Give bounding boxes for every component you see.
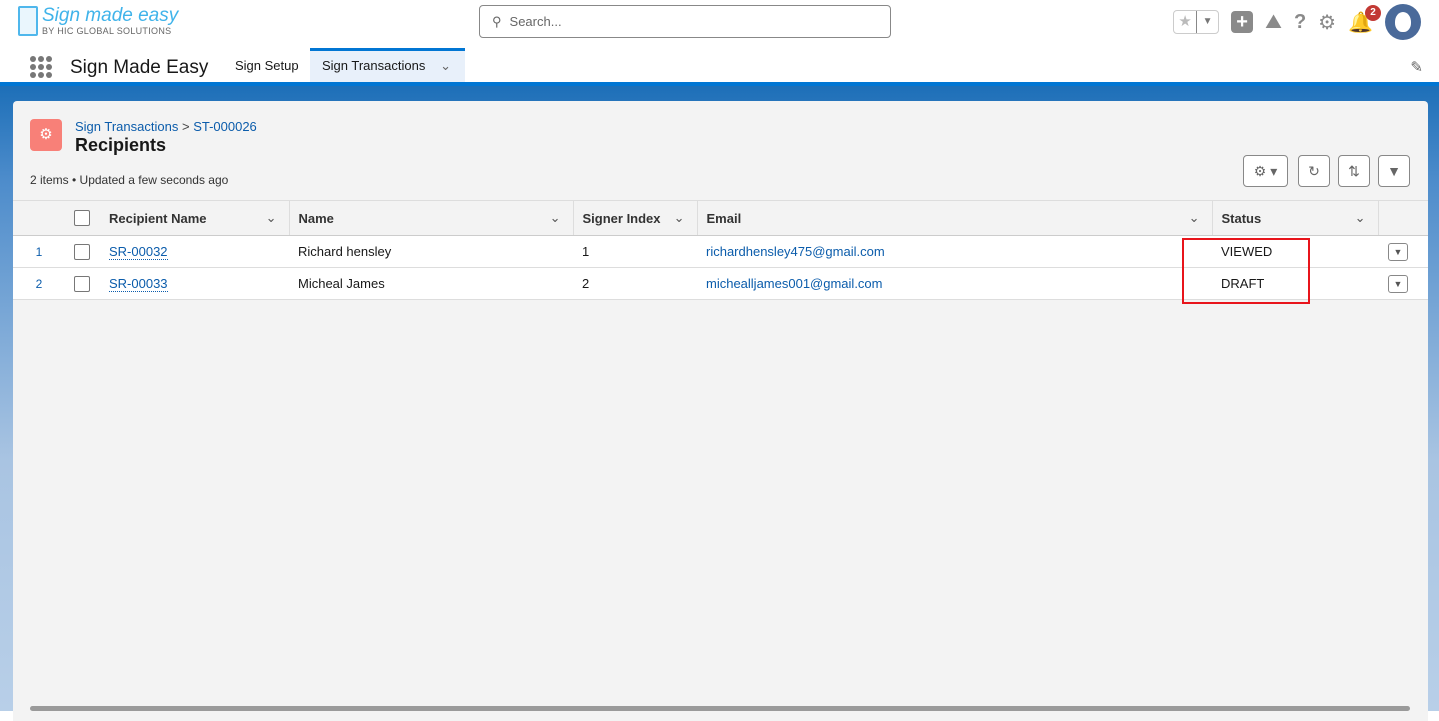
row-number: 1 (13, 235, 65, 268)
horizontal-scrollbar[interactable] (30, 706, 1410, 711)
edit-nav-icon[interactable]: ✎ (1410, 58, 1423, 76)
column-header-signer-index[interactable]: Signer Index ⌄ (572, 200, 697, 236)
refresh-button[interactable]: ↻ (1298, 155, 1330, 187)
chevron-down-icon[interactable]: ⌄ (440, 51, 451, 81)
breadcrumb-separator: > (181, 119, 190, 134)
actions-header (1377, 200, 1428, 236)
chevron-down-icon[interactable]: ⌄ (674, 210, 685, 226)
search-placeholder: Search... (509, 14, 562, 29)
logo-subtitle: BY HIC GLOBAL SOLUTIONS (42, 26, 172, 36)
signer-index-cell: 1 (573, 235, 697, 268)
chevron-down-icon[interactable]: ⌄ (550, 210, 561, 226)
app-name: Sign Made Easy (70, 57, 209, 78)
email-link[interactable]: michealljames001@gmail.com (706, 276, 882, 291)
breadcrumb-sign-transactions[interactable]: Sign Transactions (75, 119, 178, 134)
trailhead-icon[interactable]: ⛰ (1265, 11, 1282, 34)
avatar[interactable] (1385, 4, 1421, 40)
tab-sign-setup[interactable]: Sign Setup (223, 48, 311, 82)
row-number: 2 (13, 267, 65, 300)
email-link[interactable]: richardhensley475@gmail.com (706, 244, 885, 259)
bell-icon[interactable]: 🔔 2 (1348, 4, 1381, 35)
breadcrumb-record[interactable]: ST-000026 (193, 119, 257, 134)
tab-sign-transactions[interactable]: Sign Transactions ⌄ (310, 48, 465, 82)
status-highlight-box (1182, 238, 1310, 304)
name-cell: Richard hensley (289, 235, 573, 268)
row-actions-button[interactable]: ▼ (1388, 274, 1408, 293)
breadcrumb: Sign Transactions > ST-000026 (75, 119, 257, 134)
select-all-checkbox[interactable] (74, 210, 90, 227)
gears-icon: ⚙ (30, 119, 62, 151)
help-icon[interactable]: ? (1294, 11, 1306, 34)
logo-title: Sign made easy (42, 5, 179, 26)
chevron-down-icon[interactable]: ⌄ (266, 210, 277, 226)
app-nav: Sign Made Easy Sign Setup Sign Transacti… (0, 46, 1439, 86)
related-list-card: ⚙ Sign Transactions > ST-000026 Recipien… (13, 101, 1428, 721)
tab-label: Sign Transactions (322, 58, 426, 73)
page-title: Recipients (75, 135, 167, 155)
chevron-down-icon[interactable]: ▼ (1196, 11, 1218, 33)
favorites-button[interactable]: ★ ▼ (1173, 10, 1220, 34)
column-header-email[interactable]: Email ⌄ (696, 200, 1212, 236)
search-input[interactable]: ⚲ Search... (479, 5, 891, 38)
signer-index-cell: 2 (573, 267, 697, 300)
chevron-down-icon[interactable]: ⌄ (1355, 210, 1366, 226)
row-actions-button[interactable]: ▼ (1388, 242, 1408, 261)
name-cell: Micheal James (289, 267, 573, 300)
app-launcher-icon[interactable] (30, 56, 52, 78)
filter-button[interactable]: ▼ (1378, 155, 1410, 187)
chevron-down-icon[interactable]: ⌄ (1189, 210, 1200, 226)
column-header-name[interactable]: Name ⌄ (288, 200, 573, 236)
row-checkbox[interactable] (74, 243, 90, 260)
row-checkbox[interactable] (74, 275, 90, 292)
list-meta: 2 items • Updated a few seconds ago (30, 173, 229, 187)
search-icon: ⚲ (492, 13, 502, 29)
column-header-recipient-name[interactable]: Recipient Name ⌄ (100, 200, 289, 236)
recipient-link[interactable]: SR-00033 (109, 276, 168, 292)
document-icon (18, 6, 38, 36)
list-settings-button[interactable]: ⚙ ▾ (1243, 155, 1288, 187)
gear-icon[interactable]: ⚙ (1318, 10, 1336, 35)
sort-button[interactable]: ⇅ (1338, 155, 1370, 187)
global-actions-button[interactable]: + (1231, 11, 1254, 33)
column-header-status[interactable]: Status ⌄ (1211, 200, 1378, 236)
notification-badge: 2 (1365, 4, 1381, 21)
select-all-header (65, 200, 100, 236)
global-header: Sign made easy BY HIC GLOBAL SOLUTIONS ⚲… (0, 0, 1439, 46)
star-icon: ★ (1178, 13, 1192, 30)
recipient-link[interactable]: SR-00032 (109, 244, 168, 260)
row-number-header (13, 200, 65, 236)
logo[interactable]: Sign made easy BY HIC GLOBAL SOLUTIONS (18, 6, 178, 36)
